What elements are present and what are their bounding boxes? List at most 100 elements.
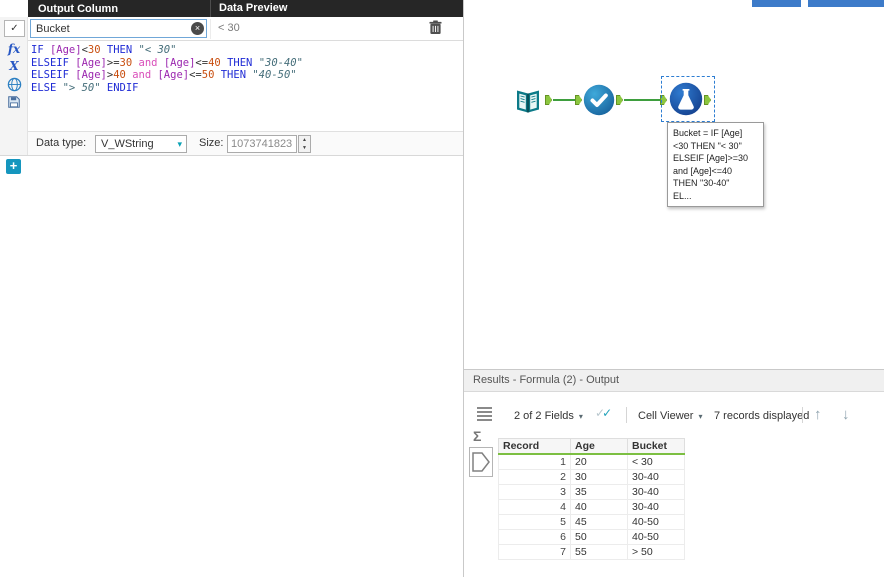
column-divider	[210, 19, 211, 39]
x-variable-icon: X	[9, 59, 19, 73]
functions-button[interactable]: fx	[4, 42, 24, 56]
flask-icon	[669, 82, 703, 116]
input-anchor[interactable]	[575, 95, 582, 105]
cell-viewer-label: Cell Viewer	[638, 410, 694, 422]
panel-separator	[0, 155, 463, 156]
results-header: Results - Formula (2) - Output	[464, 370, 884, 392]
table-row[interactable]: 5 45 40-50	[498, 514, 685, 530]
field-selector-label: 2 of 2 Fields	[514, 410, 574, 422]
results-panel: Results - Formula (2) - Output 2 of 2 Fi…	[464, 369, 884, 577]
save-icon	[8, 96, 20, 108]
cell-bucket: < 30	[627, 453, 685, 470]
table-row[interactable]: 3 35 30-40	[498, 484, 685, 500]
sum-icon[interactable]: Σ	[473, 428, 481, 444]
trash-icon	[429, 20, 442, 34]
data-preview-value: < 30	[218, 22, 240, 34]
cell-bucket: 40-50	[627, 514, 685, 530]
expression-row-selector[interactable]: ✓	[4, 20, 25, 37]
connection-line[interactable]	[553, 99, 575, 101]
rows-icon	[477, 407, 492, 421]
apply-checks-button[interactable]: ✓ ✓	[595, 406, 612, 420]
cell-bucket: 40-50	[627, 529, 685, 545]
formula-editor[interactable]: IF [Age]<30 THEN "< 30" ELSEIF [Age]>=30 …	[28, 41, 463, 131]
cell-record: 2	[498, 469, 571, 485]
col-header-bucket[interactable]: Bucket	[627, 438, 685, 455]
connection-line[interactable]	[624, 99, 660, 101]
delete-expression-button[interactable]	[429, 20, 445, 38]
cell-age: 40	[570, 499, 628, 515]
cell-age: 55	[570, 544, 628, 560]
records-count: 7 records displayed	[714, 410, 810, 422]
workflow-canvas[interactable]: Bucket = IF [Age] <30 THEN "< 30" ELSEIF…	[464, 0, 884, 369]
data-type-row: Data type: V_WString ▾ Size: ▲ ▼	[28, 131, 463, 155]
col-header-record[interactable]: Record	[498, 438, 571, 455]
chevron-down-icon: ▾	[578, 411, 583, 421]
data-preview-header: Data Preview	[210, 0, 463, 17]
cell-record: 5	[498, 514, 571, 530]
table-row[interactable]: 6 50 40-50	[498, 529, 685, 545]
cell-age: 35	[570, 484, 628, 500]
cell-age: 45	[570, 514, 628, 530]
save-expression-button[interactable]	[4, 95, 24, 112]
size-input[interactable]	[227, 135, 297, 153]
input-data-tool[interactable]	[512, 84, 544, 116]
col-header-age[interactable]: Age	[570, 438, 628, 455]
tool-annotation-tooltip: Bucket = IF [Age] <30 THEN "< 30" ELSEIF…	[667, 122, 764, 207]
table-row[interactable]: 4 40 30-40	[498, 499, 685, 515]
data-type-select[interactable]: V_WString ▾	[95, 135, 187, 153]
add-expression-button[interactable]: +	[6, 159, 21, 174]
chevron-down-icon: ▾	[177, 138, 182, 149]
select-tool[interactable]	[583, 84, 615, 116]
table-row[interactable]: 1 20 < 30	[498, 453, 685, 470]
cell-record: 6	[498, 529, 571, 545]
chevron-down-icon: ▾	[698, 411, 703, 421]
constants-button[interactable]	[4, 77, 24, 95]
cell-record: 1	[498, 453, 571, 470]
fx-icon: fx	[7, 42, 21, 56]
table-row[interactable]: 2 30 30-40	[498, 469, 685, 485]
columns-button[interactable]: X	[4, 59, 24, 73]
cell-age: 20	[570, 453, 628, 470]
cell-bucket: > 50	[627, 544, 685, 560]
toolbar-separator	[802, 407, 803, 423]
toolbar-fragment[interactable]	[808, 0, 884, 7]
globe-icon	[7, 77, 21, 92]
book-icon	[517, 90, 539, 113]
table-header-row: Record Age Bucket	[498, 438, 685, 455]
output-column-header: Output Column	[38, 2, 119, 15]
clear-input-icon[interactable]: ×	[191, 22, 204, 35]
size-label: Size:	[199, 137, 224, 149]
cell-bucket: 30-40	[627, 469, 685, 485]
output-anchor-button[interactable]	[469, 447, 493, 477]
expression-row: × < 30	[28, 17, 463, 41]
toolbar-fragment[interactable]	[752, 0, 801, 7]
output-anchor[interactable]	[545, 95, 552, 105]
field-selector-dropdown[interactable]: 2 of 2 Fields ▾	[514, 410, 583, 422]
alteryx-designer: Output Column Data Preview ✓ × < 30 IF […	[0, 0, 884, 577]
size-spinner[interactable]: ▲ ▼	[298, 135, 311, 153]
data-type-label: Data type:	[36, 137, 87, 149]
table-row[interactable]: 7 55 > 50	[498, 544, 685, 560]
cell-bucket: 30-40	[627, 484, 685, 500]
scroll-down-button[interactable]: ↓	[842, 407, 850, 422]
results-table: Record Age Bucket 1 20 < 30 2 30 30-40 3 35 30-4…	[498, 438, 685, 560]
cell-record: 3	[498, 484, 571, 500]
cell-age: 30	[570, 469, 628, 485]
spin-up-icon[interactable]: ▲	[299, 136, 310, 144]
pentagon-icon	[472, 452, 490, 472]
spin-down-icon[interactable]: ▼	[299, 144, 310, 152]
data-type-value: V_WString	[101, 138, 154, 150]
check-circle-icon	[583, 84, 615, 116]
results-table-body: 1 20 < 30 2 30 30-40 3 35 30-40 4 40 30-40 5 45 40-50 6…	[498, 453, 685, 560]
output-anchor[interactable]	[616, 95, 623, 105]
toolbar-separator	[626, 407, 627, 423]
rows-view-button[interactable]	[477, 407, 493, 421]
formula-config-panel: Output Column Data Preview ✓ × < 30 IF […	[0, 0, 463, 577]
output-column-input[interactable]	[30, 19, 207, 38]
results-title: Results - Formula (2) - Output	[473, 374, 620, 386]
scroll-up-button[interactable]: ↑	[814, 407, 822, 422]
cell-viewer-dropdown[interactable]: Cell Viewer ▾	[638, 410, 702, 422]
formula-tool[interactable]	[669, 82, 703, 116]
cell-bucket: 30-40	[627, 499, 685, 515]
check-icon: ✓	[602, 406, 613, 420]
